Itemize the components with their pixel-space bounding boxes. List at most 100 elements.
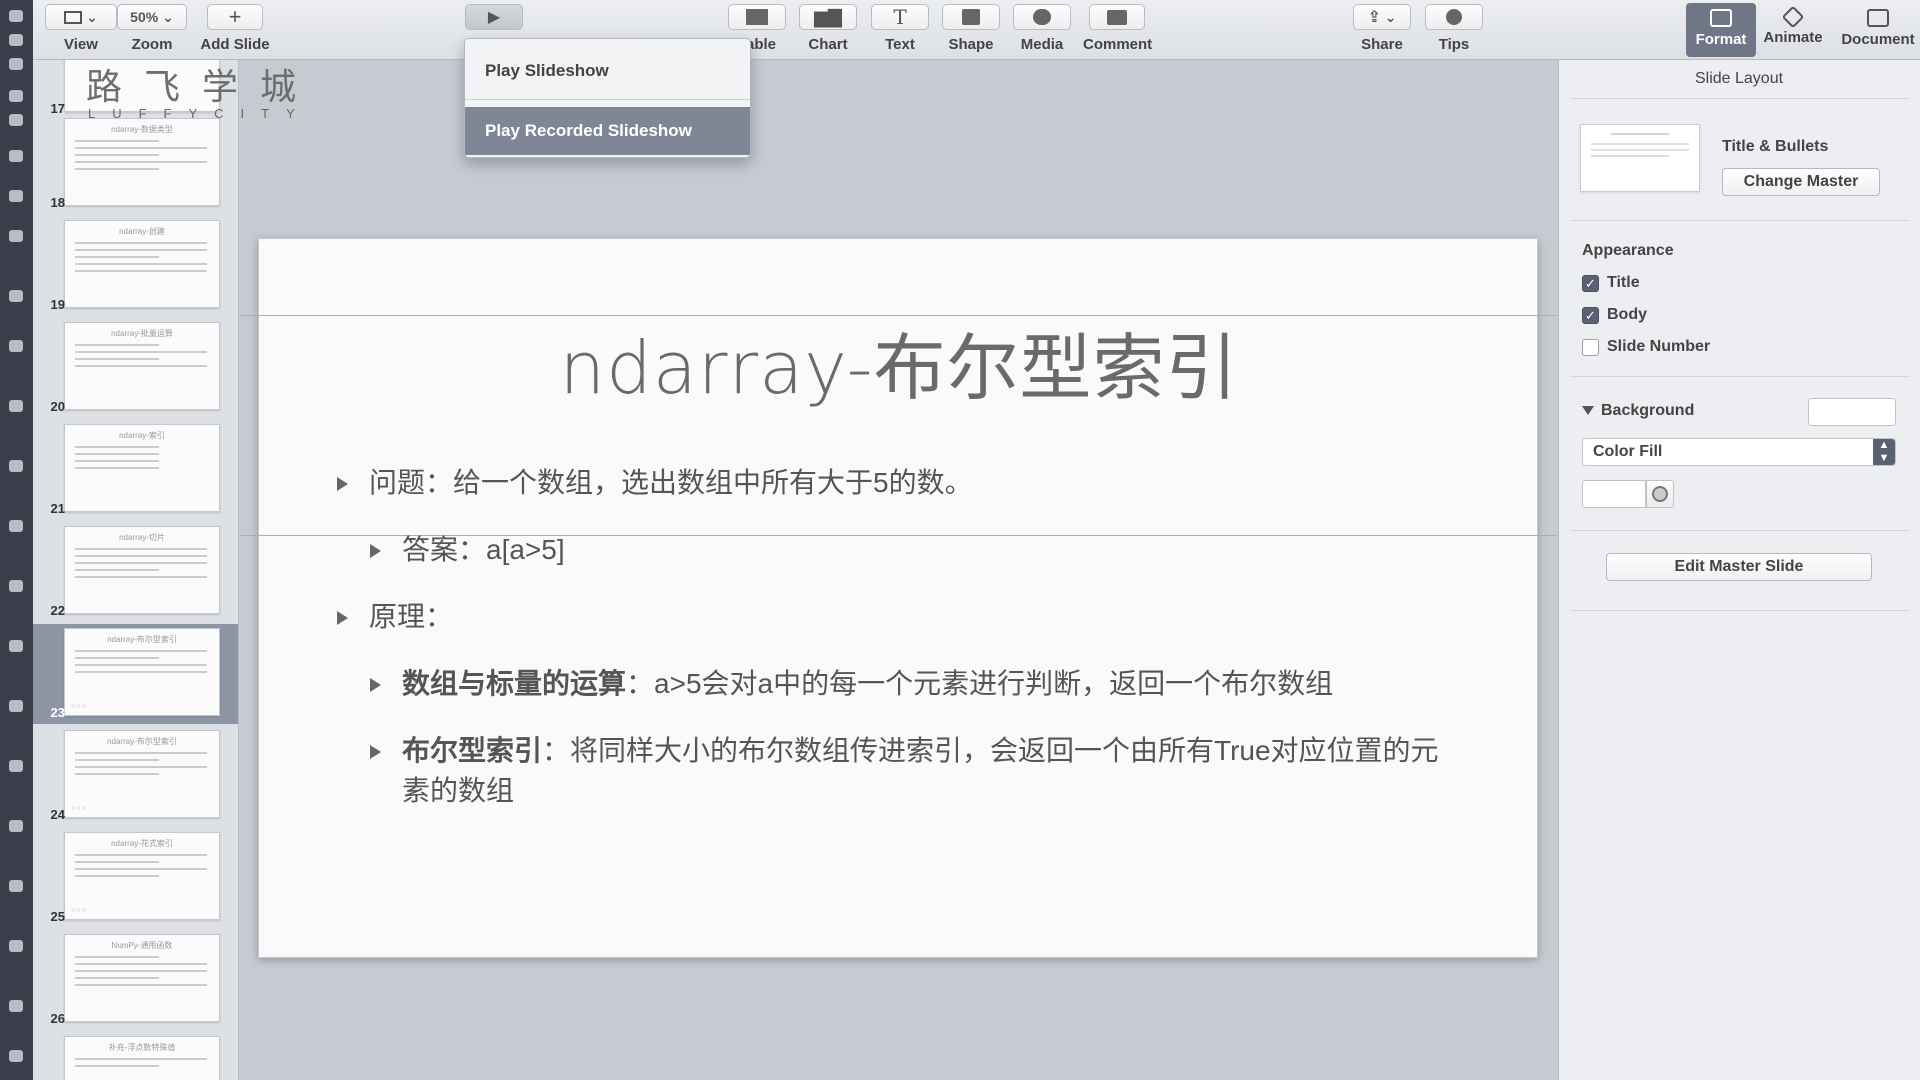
dock-app-icon[interactable]	[9, 114, 23, 126]
bullet-question[interactable]: 问题：给一个数组，选出数组中所有大于5的数。	[337, 463, 973, 503]
bullet-bool-index[interactable]: 布尔型索引：将同样大小的布尔数组传进索引，会返回一个由所有True对应位置的元 …	[370, 731, 1482, 811]
dock-app-icon[interactable]	[9, 150, 23, 162]
slide-thumbnail-20[interactable]: ndarray-批量运算 20	[33, 318, 238, 418]
body-option[interactable]: ✓ Body	[1582, 304, 1647, 326]
master-name: Title & Bullets	[1722, 138, 1829, 155]
comment-button[interactable]: Comment	[1083, 4, 1152, 53]
play-recorded-slideshow-item[interactable]: Play Recorded Slideshow	[465, 107, 750, 155]
slideshow-menu: Play Slideshow Play Recorded Slideshow	[464, 38, 751, 158]
dock-app-icon[interactable]	[9, 58, 23, 70]
dock-app-icon[interactable]	[9, 700, 23, 712]
dock-app-icon[interactable]	[9, 230, 23, 242]
logo-text: 路飞学城	[86, 67, 319, 108]
dock-app-icon[interactable]	[9, 880, 23, 892]
thumbnail-build-markers: ○○○	[71, 805, 87, 812]
edit-master-slide-button[interactable]: Edit Master Slide	[1606, 553, 1872, 581]
share-icon: ⇪	[1367, 9, 1381, 26]
bullet-text: ：a>5会对a中的每一个元素进行判断，返回一个布尔数组	[626, 668, 1334, 699]
inspector-header: Slide Layout	[1694, 70, 1784, 87]
toolbar: ⌄ View 50% ⌄ Zoom + Add Slide ▶ Table ▆▇…	[33, 0, 1920, 60]
tab-animate[interactable]: Animate	[1758, 3, 1828, 57]
dock-app-icon[interactable]	[9, 940, 23, 952]
view-button[interactable]: ⌄ View	[45, 4, 117, 53]
inspector-tabs: Format Animate Document	[1686, 0, 1920, 60]
fill-type-select[interactable]: Color Fill ▲ ▼	[1582, 438, 1896, 466]
background-title[interactable]: Background	[1601, 402, 1694, 420]
dock-app-icon[interactable]	[9, 580, 23, 592]
slide-thumbnail-26[interactable]: NumPy-通用函数 26	[33, 930, 238, 1030]
color-picker-button[interactable]	[1646, 480, 1674, 508]
bullet-scalar-ops[interactable]: 数组与标量的运算：a>5会对a中的每一个元素进行判断，返回一个布尔数组	[370, 664, 1334, 704]
dock-app-icon[interactable]	[9, 640, 23, 652]
dock-app-icon[interactable]	[9, 460, 23, 472]
dock-app-icon[interactable]	[9, 90, 23, 102]
shape-icon	[962, 9, 980, 25]
slide-thumbnail-24[interactable]: ndarray-布尔型索引 ○○○ 24	[33, 726, 238, 826]
slide-number-option-label: Slide Number	[1607, 338, 1711, 355]
dock-app-icon[interactable]	[9, 1000, 23, 1012]
tab-document[interactable]: Document	[1838, 3, 1918, 57]
add-slide-button[interactable]: + Add Slide	[195, 4, 275, 53]
dock-app-icon[interactable]	[9, 1050, 23, 1062]
title-option[interactable]: ✓ Title	[1582, 272, 1640, 294]
tips-button[interactable]: Tips	[1425, 4, 1483, 53]
slide-thumbnail-19[interactable]: ndarray-创建 19	[33, 216, 238, 316]
slide-number-checkbox[interactable]	[1582, 338, 1599, 356]
thumbnail-title: NumPy-通用函数	[111, 941, 173, 950]
shape-button[interactable]: Shape	[942, 4, 1000, 53]
bullet-triangle-icon	[370, 745, 381, 759]
share-button[interactable]: ⇪ ⌄ Share	[1353, 4, 1411, 53]
title-checkbox[interactable]: ✓	[1582, 274, 1599, 292]
body-checkbox[interactable]: ✓	[1582, 306, 1599, 324]
slide-number: 26	[50, 1011, 65, 1026]
slide-title[interactable]: ndarray-布尔型索引	[259, 309, 1539, 414]
slide-thumbnail-22[interactable]: ndarray-切片 22	[33, 522, 238, 622]
tab-format[interactable]: Format	[1686, 3, 1756, 57]
thumbnail-title: ndarray-创建	[119, 227, 165, 236]
zoom-menu[interactable]: 50% ⌄ Zoom	[117, 4, 187, 53]
background-color-well[interactable]	[1808, 398, 1896, 426]
dock-app-icon[interactable]	[9, 760, 23, 772]
play-slideshow-item[interactable]: Play Slideshow	[465, 47, 750, 95]
dock-app-icon[interactable]	[9, 820, 23, 832]
bullet-bold-term: 数组与标量的运算	[402, 668, 627, 699]
dock-app-icon[interactable]	[9, 340, 23, 352]
disclosure-triangle-icon[interactable]	[1582, 406, 1594, 415]
dock-app-icon[interactable]	[9, 290, 23, 302]
dock-app-icon[interactable]	[9, 10, 23, 22]
chevron-down-icon: ⌄	[162, 8, 174, 25]
menu-separator	[465, 99, 750, 100]
dock-app-icon[interactable]	[9, 34, 23, 46]
dock-app-icon[interactable]	[9, 520, 23, 532]
dock-app-icon[interactable]	[9, 190, 23, 202]
divider	[1570, 610, 1910, 611]
slide-thumbnail-25[interactable]: ndarray-花式索引 ○○○ 25	[33, 828, 238, 928]
change-master-button[interactable]: Change Master	[1722, 168, 1880, 196]
slide-number-option[interactable]: Slide Number	[1582, 336, 1710, 358]
slide-thumbnail-27[interactable]: 补充-浮点数特殊值	[33, 1032, 238, 1080]
media-button[interactable]: Media	[1013, 4, 1071, 53]
fill-color-swatch[interactable]	[1582, 480, 1646, 508]
current-slide[interactable]: ndarray-布尔型索引 问题：给一个数组，选出数组中所有大于5的数。 答案：…	[241, 238, 1557, 958]
slide-thumbnail-21[interactable]: ndarray-索引 21	[33, 420, 238, 520]
bullet-answer[interactable]: 答案：a[a>5]	[370, 530, 565, 570]
slide-number: 18	[50, 195, 65, 210]
comment-icon	[1107, 9, 1127, 25]
bullet-triangle-icon	[370, 544, 381, 558]
slide-number: 23	[50, 705, 65, 720]
chart-button[interactable]: ▆▇ Chart	[799, 4, 857, 53]
thumbnail-title: ndarray-索引	[119, 431, 165, 440]
shape-label: Shape	[948, 36, 994, 53]
slide-thumbnail-23-selected[interactable]: ndarray-布尔型索引 ○○○ 23	[33, 624, 238, 724]
bullet-principle[interactable]: 原理：	[337, 597, 453, 637]
master-thumbnail[interactable]	[1580, 124, 1700, 192]
bullet-text: ：将同样大小的布尔数组传进索引，会返回一个由所有True对应位置的元	[542, 735, 1439, 766]
play-icon: ▶	[487, 9, 501, 26]
slide-thumbnail-18[interactable]: ndarray-数据类型 18	[33, 114, 238, 214]
dock-app-icon[interactable]	[9, 400, 23, 412]
body-option-label: Body	[1607, 306, 1647, 323]
text-button[interactable]: T Text	[871, 4, 929, 53]
thumbnail-title: ndarray-数据类型	[111, 125, 173, 134]
play-button[interactable]: ▶	[465, 4, 523, 30]
slide-number: 19	[50, 297, 65, 312]
